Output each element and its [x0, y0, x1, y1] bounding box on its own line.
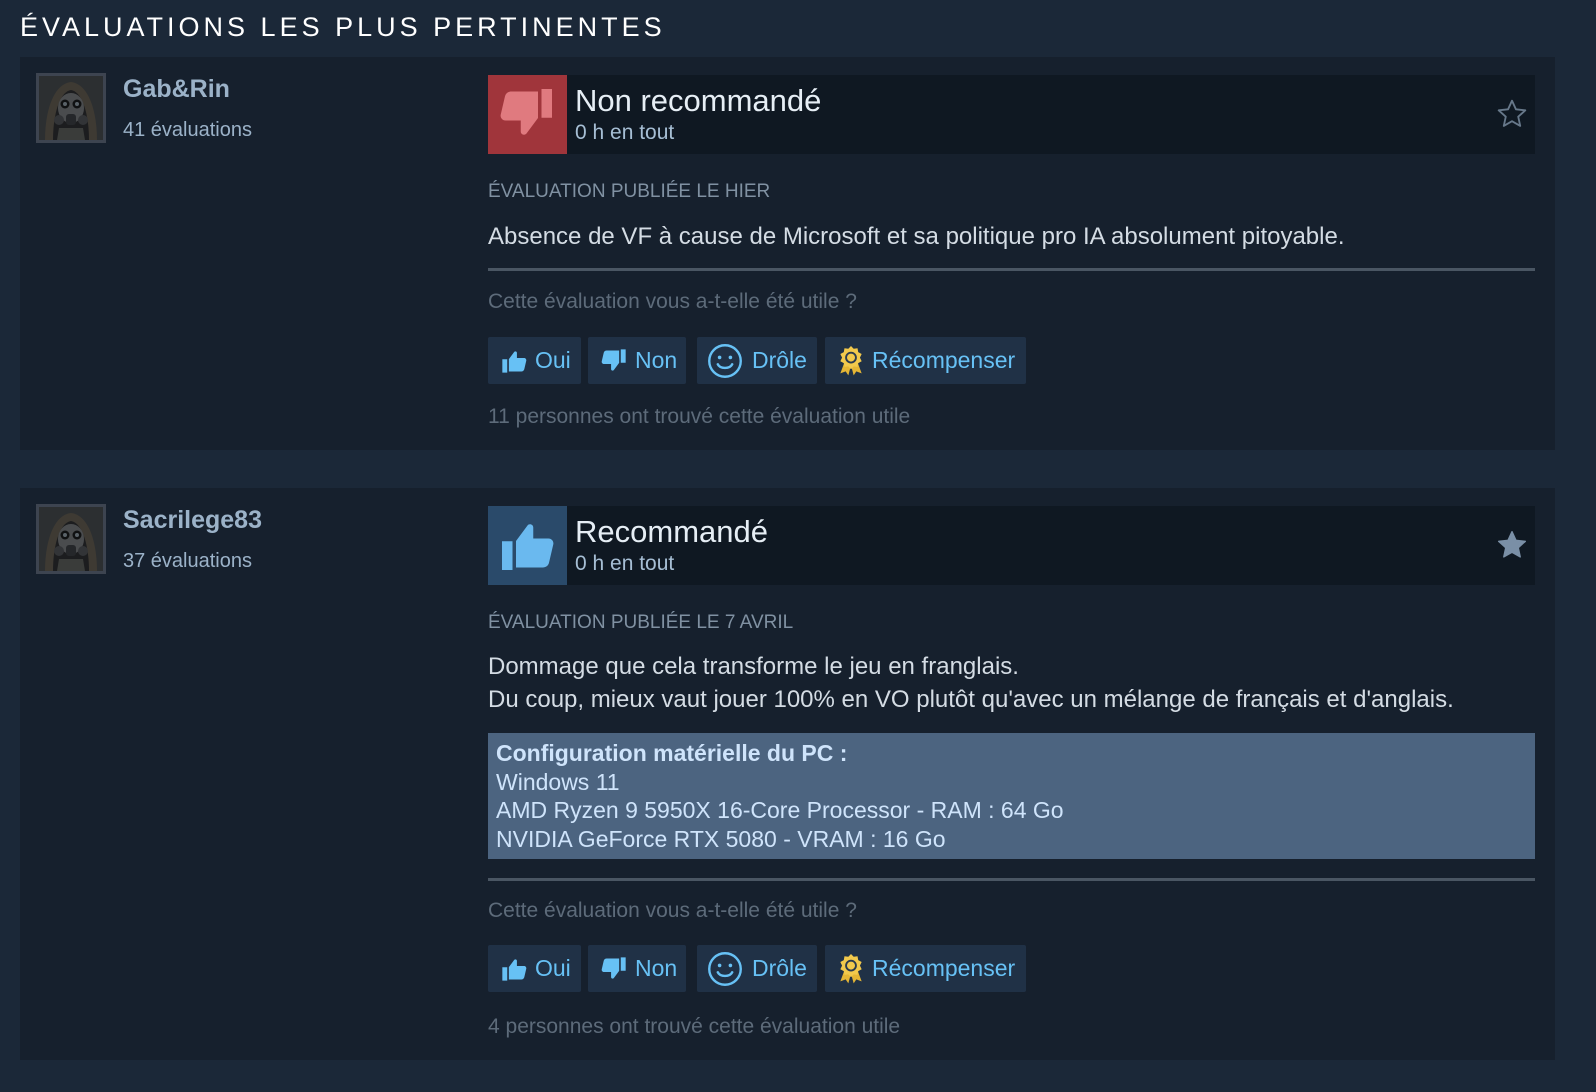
review-card: Gab&Rin 41 évaluations Non recommandé 0 … — [20, 57, 1555, 450]
vote-no-button[interactable]: Non — [588, 945, 686, 992]
review-text-line: Du coup, mieux vaut jouer 100% en VO plu… — [488, 686, 1454, 713]
vote-funny-button[interactable]: Drôle — [697, 337, 817, 384]
vote-header[interactable]: Non recommandé 0 h en tout — [488, 75, 1535, 154]
verdict-title[interactable]: Recommandé — [575, 514, 768, 550]
vote-no-label: Non — [635, 955, 678, 981]
hardware-line: NVIDIA GeForce RTX 5080 - VRAM : 16 Go — [496, 825, 946, 852]
author-review-count[interactable]: 37 évaluations — [123, 550, 252, 573]
award-icon — [835, 952, 867, 984]
playtime-hours: 0 h en tout — [575, 121, 675, 144]
thumbs-down-icon — [600, 347, 628, 375]
playtime-hours: 0 h en tout — [575, 552, 675, 575]
thumbs-up-icon — [500, 955, 528, 983]
thumbs-up-icon — [500, 347, 528, 375]
award-icon — [835, 344, 867, 376]
review-body: Absence de VF à cause de Microsoft et sa… — [488, 220, 1538, 253]
verdict-title[interactable]: Non recommandé — [575, 83, 821, 119]
smiley-icon — [707, 951, 743, 987]
hardware-config-box: Configuration matérielle du PC : Windows… — [488, 733, 1535, 859]
award-button[interactable]: Récompenser — [825, 337, 1026, 384]
section-title: ÉVALUATIONS LES PLUS PERTINENTES — [20, 12, 666, 42]
star-outline-icon[interactable] — [1495, 97, 1529, 131]
vote-yes-label: Oui — [535, 347, 571, 373]
hardware-line: Windows 11 — [496, 768, 620, 795]
thumbs-down-icon — [497, 84, 557, 144]
verdict-badge — [488, 75, 567, 154]
gas-mask-avatar-icon — [39, 76, 103, 140]
author-name[interactable]: Sacrilege83 — [123, 506, 262, 535]
smiley-icon — [707, 343, 743, 379]
vote-header[interactable]: Recommandé 0 h en tout — [488, 506, 1535, 585]
posted-date: ÉVALUATION PUBLIÉE LE HIER — [488, 181, 771, 202]
helpful-question: Cette évaluation vous a-t-elle été utile… — [488, 899, 857, 922]
review-body: Dommage que cela transforme le jeu en fr… — [488, 650, 1538, 716]
review-text-line: Absence de VF à cause de Microsoft et sa… — [488, 223, 1345, 250]
thumbs-up-icon — [497, 515, 557, 575]
divider — [488, 878, 1535, 881]
hardware-title: Configuration matérielle du PC : — [496, 740, 848, 766]
divider — [488, 268, 1535, 271]
thumbs-down-icon — [600, 955, 628, 983]
vote-funny-label: Drôle — [752, 347, 807, 373]
award-label: Récompenser — [872, 347, 1016, 373]
verdict-badge — [488, 506, 567, 585]
vote-no-label: Non — [635, 347, 678, 373]
vote-yes-label: Oui — [535, 955, 571, 981]
helpful-question: Cette évaluation vous a-t-elle été utile… — [488, 290, 857, 313]
author-review-count[interactable]: 41 évaluations — [123, 119, 252, 142]
author-name[interactable]: Gab&Rin — [123, 75, 230, 104]
award-label: Récompenser — [872, 955, 1016, 981]
helpful-count: 11 personnes ont trouvé cette évaluation… — [488, 405, 911, 428]
posted-date: ÉVALUATION PUBLIÉE LE 7 AVRIL — [488, 612, 794, 633]
award-button[interactable]: Récompenser — [825, 945, 1026, 992]
author-avatar[interactable] — [36, 504, 106, 574]
review-card: Sacrilege83 37 évaluations Recommandé 0 … — [20, 488, 1555, 1060]
vote-yes-button[interactable]: Oui — [488, 337, 581, 384]
gas-mask-avatar-icon — [39, 507, 103, 571]
hardware-line: AMD Ryzen 9 5950X 16-Core Processor - RA… — [496, 797, 1064, 823]
vote-no-button[interactable]: Non — [588, 337, 686, 384]
vote-funny-label: Drôle — [752, 955, 807, 981]
review-text-line: Dommage que cela transforme le jeu en fr… — [488, 653, 1019, 680]
star-filled-icon[interactable] — [1495, 528, 1529, 562]
vote-yes-button[interactable]: Oui — [488, 945, 581, 992]
helpful-count: 4 personnes ont trouvé cette évaluation … — [488, 1015, 901, 1038]
author-avatar[interactable] — [36, 73, 106, 143]
vote-funny-button[interactable]: Drôle — [697, 945, 817, 992]
